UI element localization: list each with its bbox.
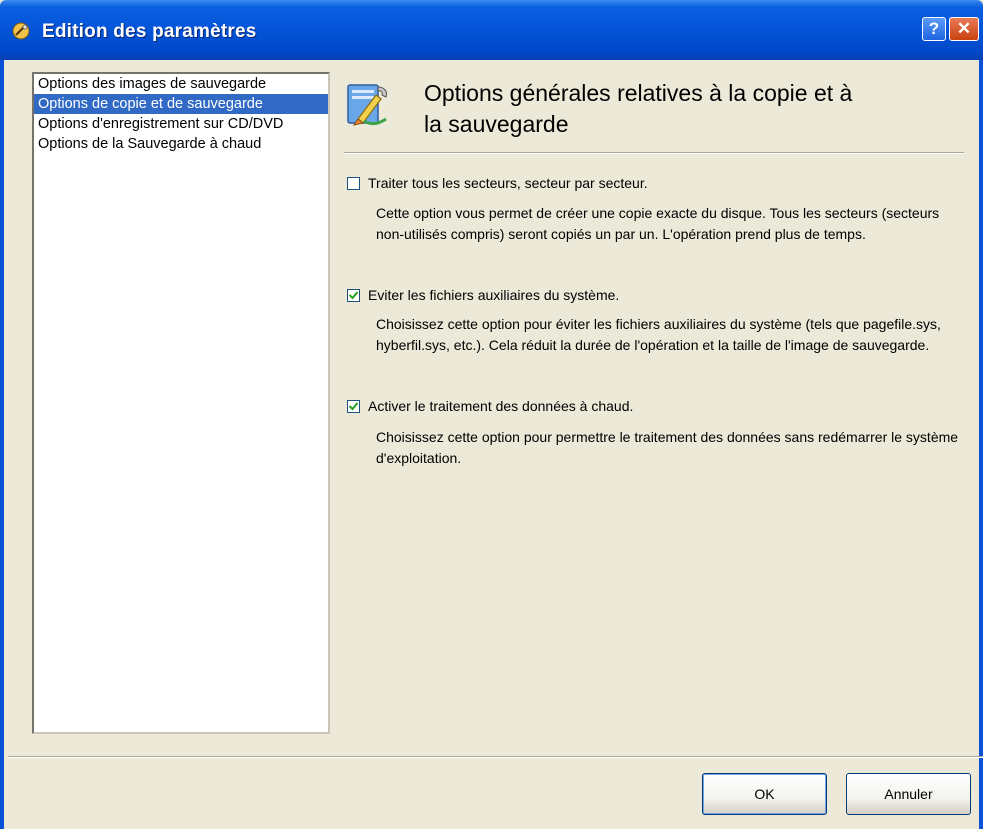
dialog-content: Options des images de sauvegarde Options… xyxy=(4,60,983,829)
edit-settings-icon xyxy=(347,84,387,126)
list-item-hot-backup-options[interactable]: Options de la Sauvegarde à chaud xyxy=(34,134,328,154)
option-label-hot-processing[interactable]: Activer le traitement des données à chau… xyxy=(368,398,633,414)
checkmark-icon xyxy=(349,290,358,299)
option-row-skip-system-files[interactable]: Eviter les fichiers auxiliaires du systè… xyxy=(347,287,619,303)
option-label-sector-by-sector[interactable]: Traiter tous les secteurs, secteur par s… xyxy=(368,175,648,191)
window-title: Edition des paramètres xyxy=(42,21,257,42)
list-item-cd-dvd-options[interactable]: Options d'enregistrement sur CD/DVD xyxy=(34,114,328,134)
option-row-hot-processing[interactable]: Activer le traitement des données à chau… xyxy=(347,398,633,414)
cancel-button-label: Annuler xyxy=(884,786,933,802)
panel-heading: Options générales relatives à la copie e… xyxy=(424,78,964,140)
option-description-hot-processing: Choisissez cette option pour permettre l… xyxy=(376,429,959,466)
window-frame-right xyxy=(979,60,983,829)
title-bar: Edition des paramètres ? ✕ xyxy=(0,0,983,60)
option-label-skip-system-files[interactable]: Eviter les fichiers auxiliaires du systè… xyxy=(368,287,619,303)
options-category-list[interactable]: Options des images de sauvegarde Options… xyxy=(32,72,330,734)
cancel-button[interactable]: Annuler xyxy=(846,773,971,815)
footer-separator xyxy=(8,756,983,758)
settings-tools-icon xyxy=(12,22,30,40)
list-item-copy-backup-options[interactable]: Options de copie et de sauvegarde xyxy=(34,94,328,114)
checkmark-icon xyxy=(349,401,358,410)
panel-heading-line1: Options générales relatives à la copie e… xyxy=(424,80,853,106)
panel-heading-line2: la sauvegarde xyxy=(424,111,569,137)
option-row-sector-by-sector[interactable]: Traiter tous les secteurs, secteur par s… xyxy=(347,175,648,191)
option-description-skip-system-files: Choisissez cette option pour éviter les … xyxy=(376,316,941,353)
checkbox-skip-system-files[interactable] xyxy=(347,288,360,302)
option-description-sector-by-sector: Cette option vous permet de créer une co… xyxy=(376,205,940,242)
close-button[interactable]: ✕ xyxy=(949,17,979,41)
ok-button[interactable]: OK xyxy=(702,773,827,815)
ok-button-label: OK xyxy=(754,786,775,802)
list-item-image-options[interactable]: Options des images de sauvegarde xyxy=(34,74,328,94)
help-icon: ? xyxy=(928,19,940,38)
checkbox-hot-processing[interactable] xyxy=(347,399,360,413)
help-button[interactable]: ? xyxy=(922,17,946,41)
checkbox-sector-by-sector[interactable] xyxy=(347,176,360,190)
close-icon: ✕ xyxy=(956,19,972,38)
heading-separator xyxy=(344,152,964,154)
